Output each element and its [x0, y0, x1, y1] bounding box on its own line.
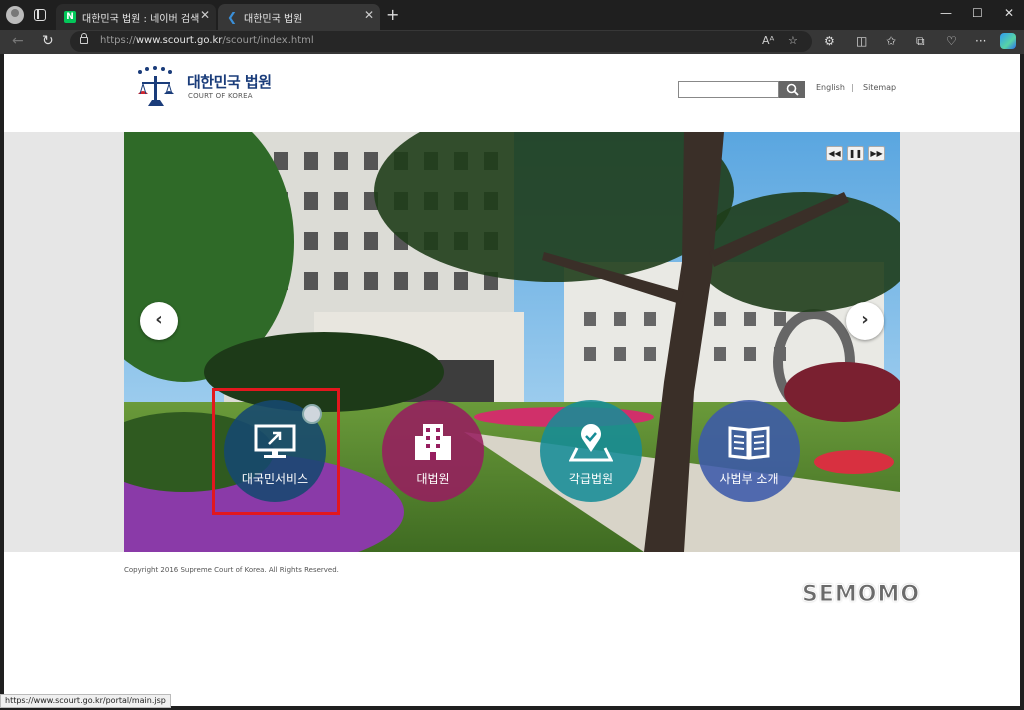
tab-naver-search[interactable]: N 대한민국 법원 : 네이버 검색 ✕ [56, 4, 216, 30]
url-field[interactable]: https://www.scourt.go.kr/scourt/index.ht… [70, 31, 812, 52]
tab-title: 대한민국 법원 : 네이버 검색 [82, 14, 200, 25]
service-label: 각급법원 [568, 472, 614, 486]
favorite-star-icon[interactable]: ☆ [788, 34, 798, 47]
collections-icon[interactable]: ⧉ [916, 34, 925, 49]
carousel-right-arrow[interactable]: › [846, 302, 884, 340]
url-text: https://www.scourt.go.kr/scourt/index.ht… [100, 35, 314, 46]
link-separator: | [851, 83, 854, 92]
search-input[interactable] [678, 81, 779, 98]
court-emblem-icon[interactable] [130, 64, 182, 110]
sitemap-link[interactable]: Sitemap [863, 83, 896, 92]
profile-avatar[interactable] [6, 6, 24, 24]
service-supreme-court-button[interactable]: 대법원 [382, 400, 484, 502]
browser-tab-bar: N 대한민국 법원 : 네이버 검색 ✕ ❮ 대한민국 법원 ✕ + — ☐ ✕ [0, 0, 1024, 30]
court-favicon-icon: ❮ [226, 10, 238, 24]
split-screen-icon[interactable]: ◫ [856, 34, 867, 48]
service-label: 사법부 소개 [719, 472, 779, 486]
close-window-button[interactable]: ✕ [1004, 6, 1014, 20]
hero-slideshow: ◀◀ ❚❚ ▶▶ ‹ › 대국민서비스 대법원 각급법원 사법부 소개 [124, 132, 900, 552]
maximize-button[interactable]: ☐ [972, 6, 983, 20]
highlight-box [212, 388, 340, 515]
more-menu-icon[interactable]: ··· [975, 34, 986, 48]
slide-pause-button[interactable]: ❚❚ [847, 146, 864, 161]
refresh-icon[interactable]: ↻ [42, 33, 54, 49]
tab-close-icon[interactable]: ✕ [364, 8, 374, 22]
web-page: 대한민국 법원 COURT OF KOREA English | Sitemap [4, 54, 1020, 706]
building-icon [415, 424, 451, 460]
extensions-icon[interactable]: ⚙ [824, 34, 835, 48]
address-bar-row: ← ↻ https://www.scourt.go.kr/scourt/inde… [0, 30, 1024, 54]
new-tab-button[interactable]: + [386, 5, 399, 24]
back-icon[interactable]: ← [12, 33, 24, 49]
copyright-text: Copyright 2016 Supreme Court of Korea. A… [124, 566, 339, 574]
site-title[interactable]: 대한민국 법원 [187, 71, 272, 92]
map-pin-icon [569, 424, 613, 462]
english-link[interactable]: English [816, 83, 845, 92]
lock-icon [80, 33, 88, 44]
tab-actions-icon[interactable] [34, 9, 46, 21]
copilot-icon[interactable] [1000, 33, 1016, 49]
service-label: 대법원 [416, 472, 450, 486]
search-icon [786, 83, 799, 96]
search-button[interactable] [779, 81, 805, 98]
slide-next-button[interactable]: ▶▶ [868, 146, 885, 161]
tab-title: 대한민국 법원 [244, 14, 303, 25]
carousel-left-arrow[interactable]: ‹ [140, 302, 178, 340]
service-judiciary-intro-button[interactable]: 사법부 소개 [698, 400, 800, 502]
read-aloud-icon[interactable]: Aᴬ [762, 34, 774, 47]
service-courts-button[interactable]: 각급법원 [540, 400, 642, 502]
site-subtitle: COURT OF KOREA [188, 92, 253, 100]
minimize-button[interactable]: — [940, 6, 952, 20]
naver-favicon-icon: N [64, 11, 76, 23]
slide-prev-button[interactable]: ◀◀ [826, 146, 843, 161]
browser-essentials-icon[interactable]: ♡ [946, 34, 957, 48]
watermark-text: SEMOMO [801, 582, 921, 608]
book-icon [728, 426, 770, 460]
favorites-icon[interactable]: ✩ [886, 34, 896, 48]
status-bar-url: https://www.scourt.go.kr/portal/main.jsp [0, 694, 171, 708]
tab-close-icon[interactable]: ✕ [200, 8, 210, 22]
tab-court[interactable]: ❮ 대한민국 법원 ✕ [218, 4, 380, 30]
